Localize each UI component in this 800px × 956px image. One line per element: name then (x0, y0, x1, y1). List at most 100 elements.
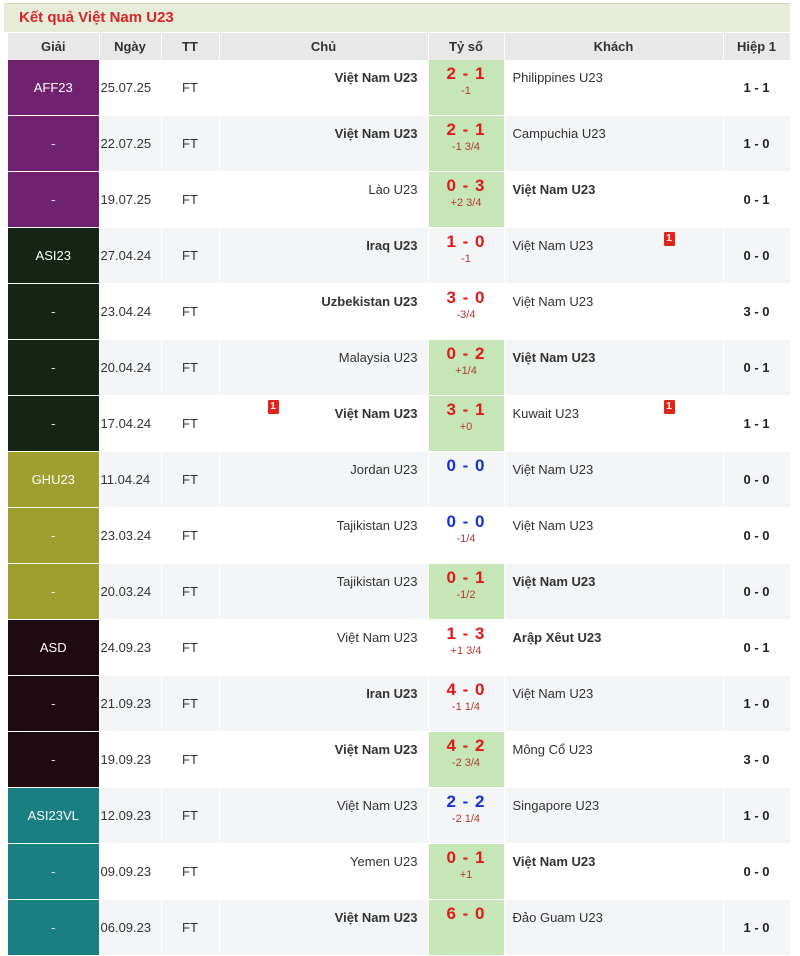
home-team-cell[interactable]: Việt Nam U23 (219, 60, 429, 116)
league-cell[interactable]: - (8, 675, 100, 732)
score-cell[interactable]: 6 - 0 (428, 899, 505, 956)
home-team-cell[interactable]: Malaysia U23 (219, 339, 429, 396)
league-cell[interactable]: ASD (8, 619, 100, 676)
league-cell[interactable]: - (8, 507, 100, 564)
table-row[interactable]: - 23.03.24 FT Tajikistan U23 0 - 0 -1/4 Việt N… (8, 507, 791, 564)
score-cell[interactable]: 0 - 0 (428, 451, 505, 508)
home-team-cell[interactable]: Iraq U23 (219, 227, 429, 284)
status-cell: FT (161, 171, 220, 228)
league-cell[interactable]: - (8, 563, 100, 620)
league-cell[interactable]: - (8, 395, 100, 452)
score-cell[interactable]: 2 - 2 -2 1/4 (428, 787, 505, 844)
home-team-cell[interactable]: Lào U23 (219, 171, 429, 228)
table-row[interactable]: - 09.09.23 FT Yemen U23 0 - 1 +1 Việt Nam U23 0… (8, 843, 791, 900)
header-league[interactable]: Giải (8, 33, 100, 60)
score-cell[interactable]: 3 - 0 -3/4 (428, 283, 505, 340)
away-team-cell[interactable]: Việt Nam U23 1 (504, 227, 724, 284)
league-cell[interactable]: ASI23 (8, 227, 100, 284)
score-cell[interactable]: 2 - 1 -1 (428, 60, 505, 116)
home-team-cell[interactable]: Việt Nam U23 (219, 787, 429, 844)
score-cell[interactable]: 0 - 2 +1/4 (428, 339, 505, 396)
table-row[interactable]: - 21.09.23 FT Iran U23 4 - 0 -1 1/4 Việt Nam U… (8, 675, 791, 732)
table-row[interactable]: - 19.09.23 FT Việt Nam U23 4 - 2 -2 3/4 Mông C… (8, 731, 791, 788)
table-row[interactable]: - 17.04.24 FT Việt Nam U23 1 3 - 1 +0 Kuwait U2… (8, 395, 791, 452)
table-row[interactable]: - 22.07.25 FT Việt Nam U23 2 - 1 -1 3/4 Campuc… (8, 115, 791, 172)
league-cell[interactable]: - (8, 171, 100, 228)
league-text: - (51, 416, 56, 431)
home-team-cell[interactable]: Việt Nam U23 (219, 115, 429, 172)
away-team-cell[interactable]: Việt Nam U23 (504, 843, 724, 900)
date-text: 22.07.25 (100, 136, 152, 151)
away-team-cell[interactable]: Việt Nam U23 (504, 339, 724, 396)
table-row[interactable]: ASI23VL 12.09.23 FT Việt Nam U23 2 - 2 -2 1/4… (8, 787, 791, 844)
home-team-cell[interactable]: Việt Nam U23 1 (219, 395, 429, 452)
home-team-cell[interactable]: Việt Nam U23 (219, 731, 429, 788)
away-team-cell[interactable]: Việt Nam U23 (504, 171, 724, 228)
home-team-text: Yemen U23 (350, 854, 418, 869)
score-cell[interactable]: 3 - 1 +0 (428, 395, 505, 452)
status-cell: FT (161, 619, 220, 676)
league-cell[interactable]: - (8, 283, 100, 340)
date-cell: 17.04.24 (99, 395, 162, 452)
table-row[interactable]: - 06.09.23 FT Việt Nam U23 6 - 0 Đảo Guam U23… (8, 899, 791, 956)
header-date[interactable]: Ngày (99, 33, 162, 60)
league-cell[interactable]: - (8, 899, 100, 956)
league-cell[interactable]: GHU23 (8, 451, 100, 508)
score-cell[interactable]: 0 - 1 -1/2 (428, 563, 505, 620)
score-cell[interactable]: 4 - 0 -1 1/4 (428, 675, 505, 732)
score-cell[interactable]: 0 - 3 +2 3/4 (428, 171, 505, 228)
away-team-cell[interactable]: Đảo Guam U23 (504, 899, 724, 956)
score-cell[interactable]: 2 - 1 -1 3/4 (428, 115, 505, 172)
home-team-cell[interactable]: Yemen U23 (219, 843, 429, 900)
header-status[interactable]: TT (161, 33, 220, 60)
home-team-cell[interactable]: Tajikistan U23 (219, 563, 429, 620)
league-cell[interactable]: ASI23VL (8, 787, 100, 844)
away-team-cell[interactable]: Việt Nam U23 (504, 563, 724, 620)
header-away[interactable]: Khách (504, 33, 724, 60)
table-row[interactable]: - 19.07.25 FT Lào U23 0 - 3 +2 3/4 Việt Nam U2… (8, 171, 791, 228)
status-cell: FT (161, 899, 220, 956)
away-team-cell[interactable]: Mông Cổ U23 (504, 731, 724, 788)
away-team-cell[interactable]: Philippines U23 (504, 60, 724, 116)
table-row[interactable]: ASD 24.09.23 FT Việt Nam U23 1 - 3 +1 3/4 Arập… (8, 619, 791, 676)
score-cell[interactable]: 1 - 3 +1 3/4 (428, 619, 505, 676)
home-team-cell[interactable]: Tajikistan U23 (219, 507, 429, 564)
away-team-cell[interactable]: Việt Nam U23 (504, 675, 724, 732)
score-cell[interactable]: 4 - 2 -2 3/4 (428, 731, 505, 788)
league-cell[interactable]: - (8, 339, 100, 396)
away-team-cell[interactable]: Kuwait U23 1 (504, 395, 724, 452)
header-score[interactable]: Tỷ số (428, 33, 505, 60)
away-team-cell[interactable]: Việt Nam U23 (504, 507, 724, 564)
header-half[interactable]: Hiệp 1 (723, 33, 791, 60)
home-team-cell[interactable]: Jordan U23 (219, 451, 429, 508)
home-team-cell[interactable]: Uzbekistan U23 (219, 283, 429, 340)
home-team-cell[interactable]: Việt Nam U23 (219, 899, 429, 956)
score-cell[interactable]: 1 - 0 -1 (428, 227, 505, 284)
status-cell: FT (161, 507, 220, 564)
home-team-cell[interactable]: Việt Nam U23 (219, 619, 429, 676)
table-row[interactable]: GHU23 11.04.24 FT Jordan U23 0 - 0 Việt Nam U… (8, 451, 791, 508)
league-cell[interactable]: - (8, 843, 100, 900)
header-home[interactable]: Chủ (219, 33, 429, 60)
table-row[interactable]: AFF23 25.07.25 FT Việt Nam U23 2 - 1 -1 Philip… (8, 60, 791, 116)
score-cell[interactable]: 0 - 0 -1/4 (428, 507, 505, 564)
away-team-cell[interactable]: Việt Nam U23 (504, 451, 724, 508)
date-text: 20.04.24 (100, 360, 152, 375)
league-text: ASI23VL (27, 808, 79, 823)
away-team-cell[interactable]: Campuchia U23 (504, 115, 724, 172)
score-value: 0 - 2 (446, 344, 486, 363)
score-cell[interactable]: 0 - 1 +1 (428, 843, 505, 900)
league-cell[interactable]: - (8, 115, 100, 172)
table-row[interactable]: ASI23 27.04.24 FT Iraq U23 1 - 0 -1 Việt Nam U… (8, 227, 791, 284)
league-cell[interactable]: - (8, 731, 100, 788)
status-text: FT (182, 808, 198, 823)
away-team-cell[interactable]: Việt Nam U23 (504, 283, 724, 340)
away-team-cell[interactable]: Singapore U23 (504, 787, 724, 844)
date-text: 19.07.25 (100, 192, 152, 207)
home-team-cell[interactable]: Iran U23 (219, 675, 429, 732)
league-cell[interactable]: AFF23 (8, 60, 100, 116)
table-row[interactable]: - 23.04.24 FT Uzbekistan U23 3 - 0 -3/4 Việt N… (8, 283, 791, 340)
away-team-cell[interactable]: Arập Xêut U23 (504, 619, 724, 676)
table-row[interactable]: - 20.03.24 FT Tajikistan U23 0 - 1 -1/2 Việt N… (8, 563, 791, 620)
table-row[interactable]: - 20.04.24 FT Malaysia U23 0 - 2 +1/4 Việt Nam… (8, 339, 791, 396)
